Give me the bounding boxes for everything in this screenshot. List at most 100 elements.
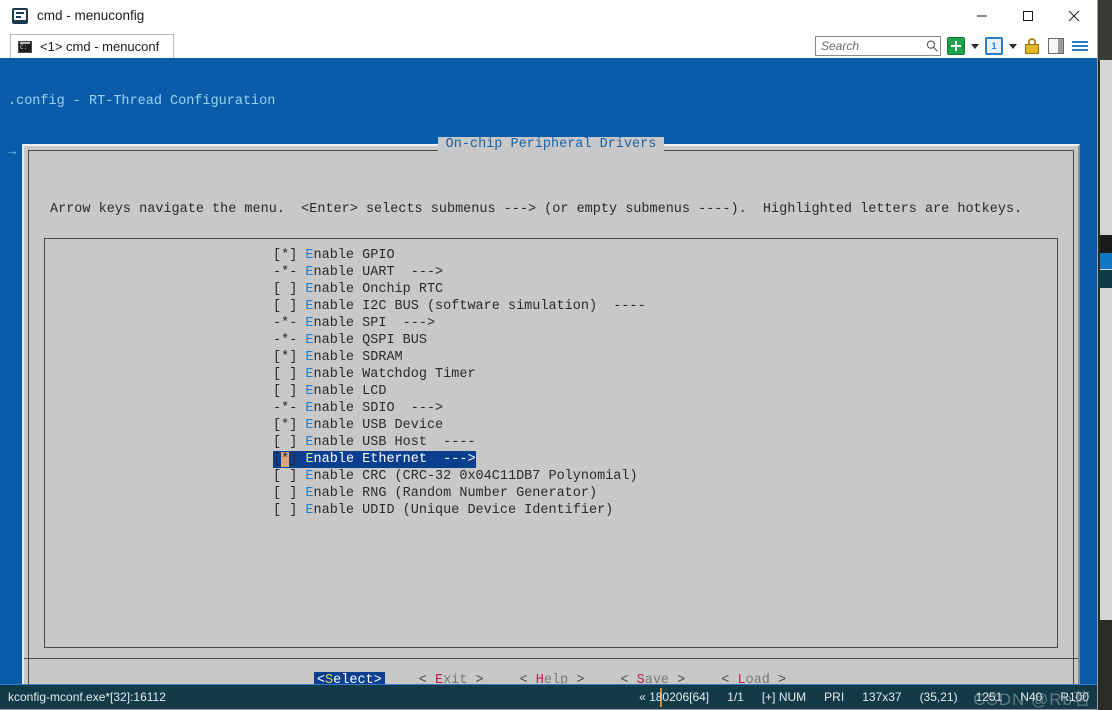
- console-icon: [12, 7, 28, 24]
- menu-item-hotkey: E: [305, 316, 314, 331]
- load-button[interactable]: < Load >: [719, 673, 788, 684]
- menu-item-hotkey: E: [305, 401, 314, 416]
- menu-row: [ ] Enable I2C BUS (software simulation)…: [273, 298, 1055, 315]
- dialog-title-text: On-chip Peripheral Drivers: [437, 137, 665, 152]
- menu-item-label: nable QSPI BUS: [313, 333, 427, 348]
- menu-row: [*] Enable Ethernet --->: [273, 451, 1055, 468]
- menu-item-label: nable SPI --->: [313, 316, 436, 331]
- menu-list-box[interactable]: [*] Enable GPIO -*- Enable UART --->[ ] E…: [44, 238, 1058, 648]
- menu-item-1[interactable]: -*- Enable UART --->: [273, 264, 1055, 281]
- button-hotkey: E: [434, 673, 444, 684]
- cmd-console-icon: [18, 40, 32, 53]
- menu-row: [ ] Enable Onchip RTC: [273, 281, 1055, 298]
- menu-item-mark: [ ]: [273, 469, 298, 484]
- menu-item-label: nable CRC (CRC-32 0x04C11DB7 Polynomial): [313, 469, 638, 484]
- menu-row: [*] Enable GPIO: [273, 247, 1055, 264]
- new-console-dropdown-caret-icon[interactable]: [971, 43, 979, 49]
- status-cell-4: 137x37: [862, 690, 902, 704]
- menu-item-label: nable UART --->: [313, 265, 444, 280]
- new-console-plus-icon[interactable]: [947, 37, 965, 55]
- terminal-console[interactable]: .config - RT-Thread Configuration → Hard…: [0, 58, 1097, 684]
- split-panel-icon[interactable]: [1047, 37, 1065, 55]
- menu-item-12[interactable]: [*] Enable Ethernet --->: [273, 451, 476, 468]
- menu-item-11[interactable]: [ ] Enable USB Host ----: [273, 434, 1055, 451]
- status-cell-0: « 180206[64]: [639, 690, 710, 704]
- button-label: oad: [745, 673, 770, 684]
- search-box[interactable]: [815, 36, 941, 56]
- menu-item-label: nable I2C BUS (software simulation) ----: [313, 299, 646, 314]
- menu-item-4[interactable]: -*- Enable SPI --->: [273, 315, 1055, 332]
- menu-item-mark: -*-: [273, 265, 298, 280]
- menu-item-mark: -*-: [273, 333, 298, 348]
- menu-item-14[interactable]: [ ] Enable RNG (Random Number Generator): [273, 485, 1055, 502]
- menu-item-label: nable GPIO: [313, 248, 395, 263]
- status-cell-1: 1/1: [727, 690, 744, 704]
- menu-item-mark: [*]: [273, 350, 298, 365]
- menu-item-0[interactable]: [*] Enable GPIO: [273, 247, 1055, 264]
- select-button[interactable]: <Select>: [313, 672, 385, 684]
- status-cell-7: N40: [1020, 690, 1043, 704]
- tab-label: <1> cmd - menuconf: [40, 39, 160, 54]
- menu-item-hotkey: E: [305, 282, 314, 297]
- lock-icon[interactable]: [1023, 37, 1041, 55]
- active-console-dropdown-caret-icon[interactable]: [1009, 43, 1017, 49]
- menu-item-mark: [ ]: [273, 486, 298, 501]
- status-cell-5: (35,21): [919, 690, 958, 704]
- menu-item-6[interactable]: [*] Enable SDRAM: [273, 349, 1055, 366]
- menu-item-hotkey: E: [305, 384, 314, 399]
- button-bracket-open: <: [721, 673, 738, 684]
- window-title: cmd - menuconfig: [37, 8, 145, 23]
- menu-item-label: nable LCD: [313, 384, 387, 399]
- menu-item-9[interactable]: -*- Enable SDIO --->: [273, 400, 1055, 417]
- menu-item-label: nable RNG (Random Number Generator): [313, 486, 598, 501]
- menu-row: -*- Enable SPI --->: [273, 315, 1055, 332]
- exit-button[interactable]: < Exit >: [417, 673, 486, 684]
- save-button[interactable]: < Save >: [618, 673, 687, 684]
- menu-row: [ ] Enable USB Host ----: [273, 434, 1055, 451]
- menu-item-mark: [ ]: [273, 282, 298, 297]
- search-input[interactable]: [821, 39, 926, 53]
- menu-item-label: nable Watchdog Timer: [313, 367, 476, 382]
- menu-item-2[interactable]: [ ] Enable Onchip RTC: [273, 281, 1055, 298]
- menu-item-8[interactable]: [ ] Enable LCD: [273, 383, 1055, 400]
- dialog-title: On-chip Peripheral Drivers: [24, 137, 1078, 152]
- status-process-info: kconfig-mconf.exe*[32]:16112: [8, 690, 166, 704]
- menu-item-mark: [*]: [273, 418, 298, 433]
- help-button[interactable]: < Help >: [518, 673, 587, 684]
- menu-row: [*] Enable SDRAM: [273, 349, 1055, 366]
- menuconfig-dialog: On-chip Peripheral Drivers Arrow keys na…: [22, 137, 1080, 684]
- menu-row: [ ] Enable RNG (Random Number Generator): [273, 485, 1055, 502]
- status-cell-6: 1251: [975, 690, 1003, 704]
- minimize-button[interactable]: [959, 0, 1005, 31]
- menu-list: [*] Enable GPIO -*- Enable UART --->[ ] E…: [273, 247, 1055, 519]
- status-cell-3: PRI: [824, 690, 845, 704]
- background-right-blue-strip: [1100, 253, 1112, 269]
- menu-row: [ ] Enable UDID (Unique Device Identifie…: [273, 502, 1055, 519]
- menu-item-13[interactable]: [ ] Enable CRC (CRC-32 0x04C11DB7 Polyno…: [273, 468, 1055, 485]
- tab-cmd-menuconf[interactable]: <1> cmd - menuconf: [10, 34, 174, 58]
- menu-item-mark: [ ]: [273, 299, 298, 314]
- button-label: ave: [644, 673, 670, 684]
- menu-item-3[interactable]: [ ] Enable I2C BUS (software simulation)…: [273, 298, 1055, 315]
- menu-item-hotkey: E: [305, 503, 314, 518]
- menu-item-5[interactable]: -*- Enable QSPI BUS: [273, 332, 1055, 349]
- menu-item-mark: [*]: [273, 452, 298, 467]
- search-icon[interactable]: [926, 39, 939, 53]
- menu-item-hotkey: E: [305, 452, 314, 467]
- close-button[interactable]: [1051, 0, 1097, 31]
- status-cell-2: [+] NUM: [761, 690, 807, 704]
- button-hotkey: H: [535, 673, 544, 684]
- menu-item-mark: [*]: [273, 248, 298, 263]
- active-console-number: 1: [991, 41, 997, 51]
- menu-item-7[interactable]: [ ] Enable Watchdog Timer: [273, 366, 1055, 383]
- menu-item-hotkey: E: [305, 486, 314, 501]
- maximize-button[interactable]: [1005, 0, 1051, 31]
- hamburger-menu-icon[interactable]: [1071, 37, 1089, 55]
- dialog-button-bar: <Select> < Exit > < Help > < Save > < Load >: [24, 658, 1078, 684]
- menu-item-mark: -*-: [273, 316, 298, 331]
- menu-item-10[interactable]: [*] Enable USB Device: [273, 417, 1055, 434]
- active-console-icon[interactable]: 1: [985, 37, 1003, 55]
- button-bracket-close: >: [373, 673, 382, 684]
- menu-item-15[interactable]: [ ] Enable UDID (Unique Device Identifie…: [273, 502, 1055, 519]
- menu-item-hotkey: E: [305, 333, 314, 348]
